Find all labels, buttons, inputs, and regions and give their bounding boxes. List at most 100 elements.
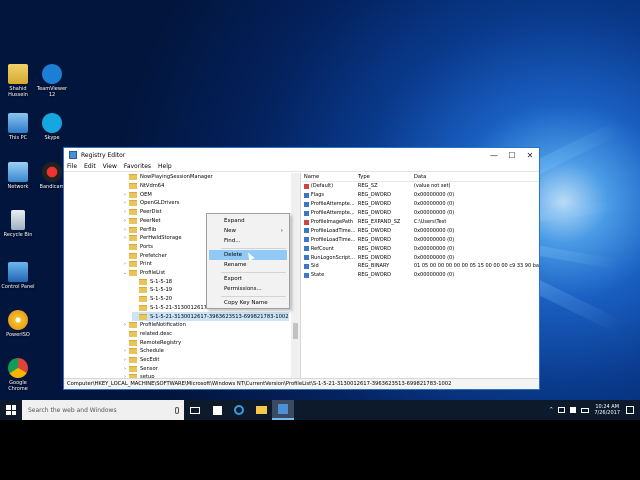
taskbar-store[interactable] [206,400,228,420]
tree-item[interactable]: › Print [122,260,152,269]
skype-icon [42,113,62,133]
tree-item[interactable]: Prefetcher [122,251,167,260]
taskbar-search-box[interactable]: Search the web and Windows [22,400,184,420]
tree-item[interactable]: › Sensor [122,364,158,373]
value-row[interactable]: ProfileAttempte... REG_DWORD 0x00000000 (0… [301,209,539,218]
task-view-button[interactable] [184,400,206,420]
value-row[interactable]: RefCount REG_DWORD 0x00000000 (0) [301,244,539,253]
folder-icon [139,287,147,294]
tree-item[interactable]: › OpenGLDrivers [122,199,179,208]
menu-item-expand[interactable]: Expand [209,216,287,226]
expander-icon[interactable]: › [122,227,128,233]
tree-item[interactable]: › Perflib [122,225,156,234]
tree-item[interactable]: › OEM [122,190,152,199]
desktop-icon-this-pc[interactable]: This PC [0,113,36,141]
tree-item[interactable]: S-1-5-20 [132,295,172,304]
start-button[interactable] [0,400,22,420]
menu-edit[interactable]: Edit [84,163,96,170]
value-row[interactable]: ProfileLoadTime... REG_DWORD 0x00000000 (0… [301,235,539,244]
tree-item-label: ProfileList [140,270,166,277]
desktop-icon-poweriso[interactable]: PowerISO [0,310,36,338]
desktop-icon-teamviewer[interactable]: TeamViewer 12 [34,64,70,98]
value-row[interactable]: State REG_DWORD 0x00000000 (0) [301,271,539,280]
expander-icon[interactable]: › [122,192,128,198]
tree-item[interactable]: › PeerNet [122,217,161,226]
desktop-icon-recycle-bin[interactable]: Recycle Bin [0,210,36,238]
menu-file[interactable]: File [67,163,77,170]
tree-item[interactable]: RemoteRegistry [122,338,181,347]
folder-icon [255,406,267,414]
tree-item-label: Schedule [140,348,164,355]
tree-item[interactable]: › PerHwIdStorage [122,234,182,243]
expander-icon[interactable]: › [122,200,128,206]
value-name-cell: RefCount [301,246,358,252]
menu-view[interactable]: View [103,163,117,170]
desktop-icon-control-panel[interactable]: Control Panel [0,262,36,290]
taskbar-file-explorer[interactable] [250,400,272,420]
scrollbar-thumb[interactable] [292,323,298,339]
menu-favorites[interactable]: Favorites [124,163,151,170]
expander-icon[interactable]: › [122,366,128,372]
taskbar-edge[interactable] [228,400,250,420]
taskbar-registry-editor[interactable] [272,400,294,420]
tree-item[interactable]: NtVdm64 [122,182,164,191]
menu-item-rename[interactable]: Rename [209,260,287,270]
value-row[interactable]: (Default) REG_SZ (value not set) [301,182,539,191]
maximize-button[interactable]: ☐ [503,148,521,162]
value-name: ProfileImagePath [310,219,354,225]
menu-item-find[interactable]: Find... [209,236,287,246]
tree-item[interactable]: related.desc [122,330,172,339]
expander-icon[interactable]: › [122,348,128,354]
menu-item-export[interactable]: Export [209,274,287,284]
value-data: 0x00000000 (0) [413,227,455,234]
menu-item-new[interactable]: New › [209,226,287,236]
expander-icon[interactable]: › [122,322,128,328]
folder-icon [129,235,137,242]
close-button[interactable]: ✕ [521,148,539,162]
expander-icon[interactable]: ⌄ [122,270,128,276]
tree-scrollbar[interactable] [290,173,300,378]
minimize-button[interactable]: — [485,148,503,162]
action-center-icon[interactable] [626,406,634,414]
microphone-icon[interactable] [175,406,179,414]
value-row[interactable]: ProfileImagePath REG_EXPAND_SZ C:\Users\Te… [301,218,539,227]
tree-item[interactable]: › PeerDist [122,208,162,217]
tree-item[interactable]: NowPlayingSessionManager [122,173,213,182]
network-icon[interactable] [558,407,566,413]
column-type-header[interactable]: Type [358,174,414,180]
clock[interactable]: 10:24 AM 7/26/2017 [594,404,620,416]
menu-help[interactable]: Help [158,163,172,170]
volume-icon[interactable] [570,407,577,413]
expander-icon[interactable]: › [122,209,128,215]
value-row[interactable]: ProfileAttempte... REG_DWORD 0x00000000 (0… [301,200,539,209]
tree-item[interactable]: Ports [122,243,153,252]
value-row[interactable]: ProfileLoadTime... REG_DWORD 0x00000000 (0… [301,226,539,235]
title-bar[interactable]: Registry Editor — ☐ ✕ [64,148,539,162]
desktop-icon-user-folder[interactable]: Shahid Hussein [0,64,36,98]
desktop-icon-skype[interactable]: Skype [34,113,70,141]
tree-item[interactable]: › Schedule [122,347,164,356]
menu-item-permissions[interactable]: Permissions... [209,284,287,294]
tree-item[interactable]: S-1-5-18 [132,277,172,286]
menu-item-copy-key-name[interactable]: Copy Key Name [209,298,287,308]
value-row[interactable]: Sid REG_BINARY 01 05 00 00 00 00 00 05 15 … [301,262,539,271]
expander-icon[interactable]: › [122,235,128,241]
keyboard-icon[interactable] [581,407,590,413]
expander-icon[interactable]: › [122,357,128,363]
tree-item-selected[interactable]: S-1-5-21-3130012617-3963623513-699821783… [132,312,289,321]
tree-item[interactable]: ⌄ ProfileList [122,269,165,278]
tree-item[interactable]: › SecEdit [122,356,159,365]
tree-item-label: OpenGLDrivers [140,200,180,207]
tree-item[interactable]: S-1-5-19 [132,286,172,295]
value-row[interactable]: Flags REG_DWORD 0x00000000 (0) [301,191,539,200]
value-name-cell: ProfileImagePath [301,219,358,225]
column-name-header[interactable]: Name [301,174,358,180]
expander-icon[interactable]: › [122,218,128,224]
value-row[interactable]: RunLogonScript... REG_DWORD 0x00000000 (0) [301,253,539,262]
tree-item[interactable]: › ProfileNotification [122,321,186,330]
column-data-header[interactable]: Data [414,174,539,180]
desktop-icon-network[interactable]: Network [0,162,36,190]
desktop-icon-google-chrome[interactable]: Google Chrome [0,358,36,392]
show-hidden-icons[interactable]: ^ [549,407,553,413]
expander-icon[interactable]: › [122,261,128,267]
